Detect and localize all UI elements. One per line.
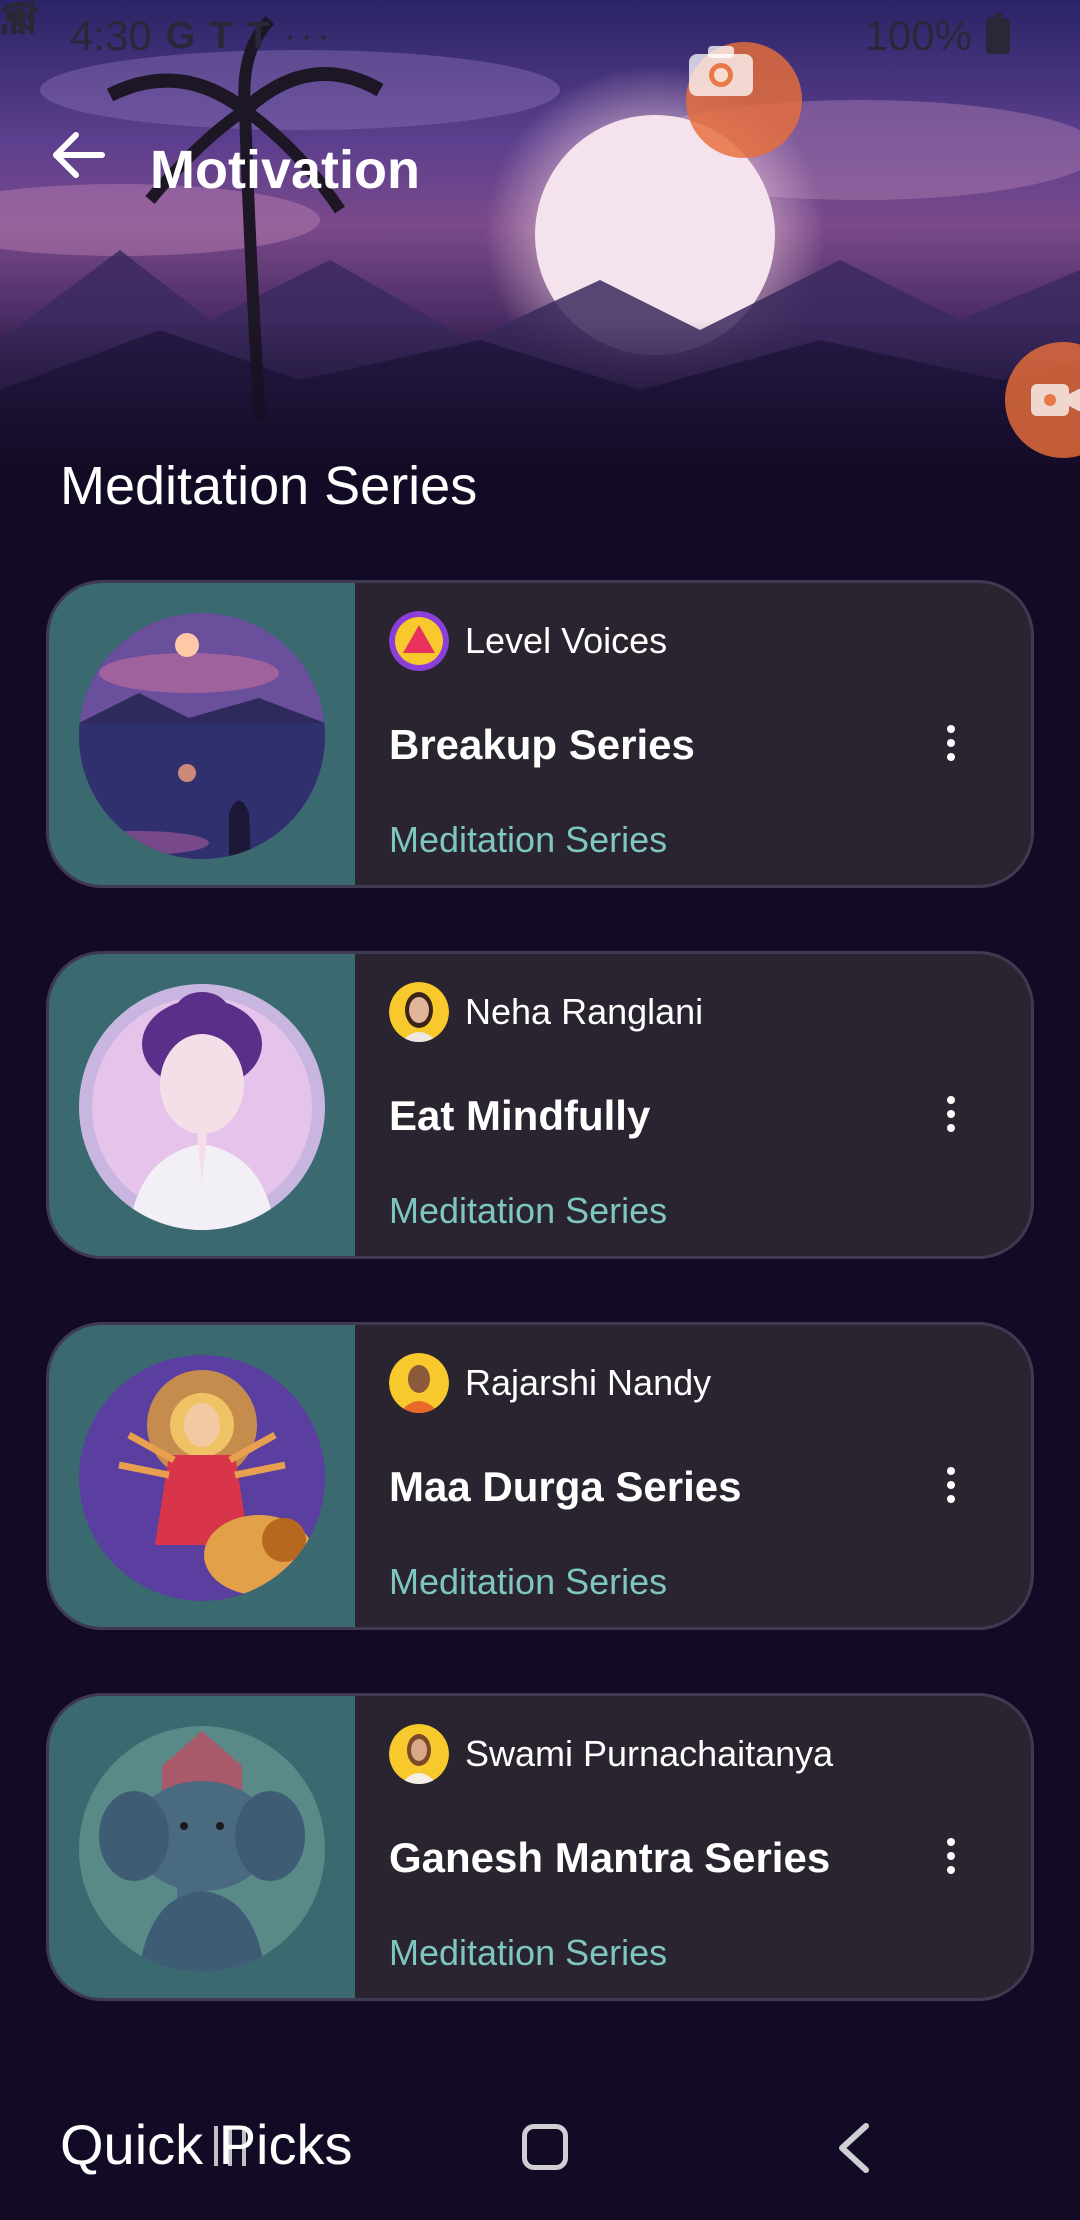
series-thumbnail [79, 1726, 325, 1972]
series-category: Meditation Series [389, 1190, 668, 1231]
series-category: Meditation Series [389, 819, 668, 860]
card-body: Rajarshi Nandy Maa Durga Series Meditati… [389, 1325, 1031, 1627]
quick-picks-title: Quick Picks [60, 2113, 353, 2176]
card-art [49, 954, 355, 1256]
card-body: Neha Ranglani Eat Mindfully Meditation S… [389, 954, 1031, 1256]
series-title: Maa Durga Series [389, 1463, 742, 1510]
series-thumbnail [79, 984, 325, 1230]
more-options-button[interactable] [931, 1826, 971, 1886]
more-options-button[interactable] [931, 1084, 971, 1144]
series-card-ganesh-mantra[interactable]: Swami Purnachaitanya Ganesh Mantra Serie… [46, 1693, 1034, 2001]
back-nav-icon[interactable] [830, 2120, 880, 2176]
card-art [49, 583, 355, 885]
battery-percent: 100% [864, 12, 972, 59]
author-avatar [389, 982, 449, 1042]
author-name: Rajarshi Nandy [465, 1362, 712, 1403]
hero-banner: 4:30 G T T ··· 100% Motivation [0, 0, 1080, 470]
recents-icon[interactable] [214, 2126, 254, 2170]
author-row: Level Voices [389, 611, 667, 671]
series-card-eat-mindfully[interactable]: Neha Ranglani Eat Mindfully Meditation S… [46, 951, 1034, 1259]
back-button[interactable] [50, 132, 120, 205]
section-title: Meditation Series [60, 456, 478, 516]
author-row: Rajarshi Nandy [389, 1353, 711, 1413]
author-photo-icon [389, 982, 449, 1042]
author-avatar [389, 611, 449, 671]
author-name: Swami Purnachaitanya [465, 1733, 834, 1774]
status-right: 100% [0, 1, 1010, 60]
series-thumbnail [79, 1355, 325, 1601]
ganesha-image [79, 1726, 325, 1972]
series-title: Eat Mindfully [389, 1092, 651, 1139]
series-card-breakup[interactable]: Level Voices Breakup Series Meditation S… [46, 580, 1034, 888]
more-vertical-icon [947, 1838, 955, 1846]
lake-moon-image [79, 613, 325, 859]
more-options-button[interactable] [931, 1455, 971, 1515]
more-options-button[interactable] [931, 713, 971, 773]
level-voices-logo-icon [389, 611, 449, 671]
meditating-woman-image [79, 984, 325, 1230]
author-name: Level Voices [465, 620, 668, 661]
home-icon[interactable] [522, 2124, 568, 2170]
status-bar: 4:30 G T T ··· 100% [0, 0, 1080, 72]
author-avatar [389, 1353, 449, 1413]
author-row: Neha Ranglani [389, 982, 703, 1042]
card-body: Swami Purnachaitanya Ganesh Mantra Serie… [389, 1696, 1031, 1998]
signal-icon [2, 1, 34, 34]
series-category: Meditation Series [389, 1932, 668, 1973]
arrow-left-icon [53, 132, 105, 178]
author-row: Swami Purnachaitanya [389, 1724, 833, 1784]
google-icon: G [165, 14, 196, 57]
more-dots-icon: ··· [283, 14, 334, 57]
series-category: Meditation Series [389, 1561, 668, 1602]
card-art [49, 1325, 355, 1627]
battery-icon [986, 13, 1010, 54]
status-time: 4:30 [70, 12, 152, 59]
series-thumbnail [79, 613, 325, 859]
chevron-left-icon [839, 2123, 869, 2173]
video-camera-icon [1031, 384, 1080, 416]
series-card-maa-durga[interactable]: Rajarshi Nandy Maa Durga Series Meditati… [46, 1322, 1034, 1630]
teams-icon: T [209, 14, 233, 57]
status-left: 4:30 G T T ··· [70, 12, 334, 60]
durga-image [79, 1355, 325, 1601]
author-photo-icon [389, 1353, 449, 1413]
author-name: Neha Ranglani [465, 991, 704, 1032]
camera-icon [689, 46, 753, 96]
more-vertical-icon [947, 725, 955, 733]
teams-icon: T [246, 14, 270, 57]
series-title: Ganesh Mantra Series [389, 1834, 831, 1881]
more-vertical-icon [947, 1467, 955, 1475]
app-bar: Motivation [50, 130, 420, 210]
card-body: Level Voices Breakup Series Meditation S… [389, 583, 1031, 885]
series-title: Breakup Series [389, 721, 695, 768]
camera-button[interactable] [686, 42, 802, 158]
author-avatar [389, 1724, 449, 1784]
more-vertical-icon [947, 1096, 955, 1104]
page-title: Motivation [150, 140, 420, 200]
author-photo-icon [389, 1724, 449, 1784]
card-art [49, 1696, 355, 1998]
